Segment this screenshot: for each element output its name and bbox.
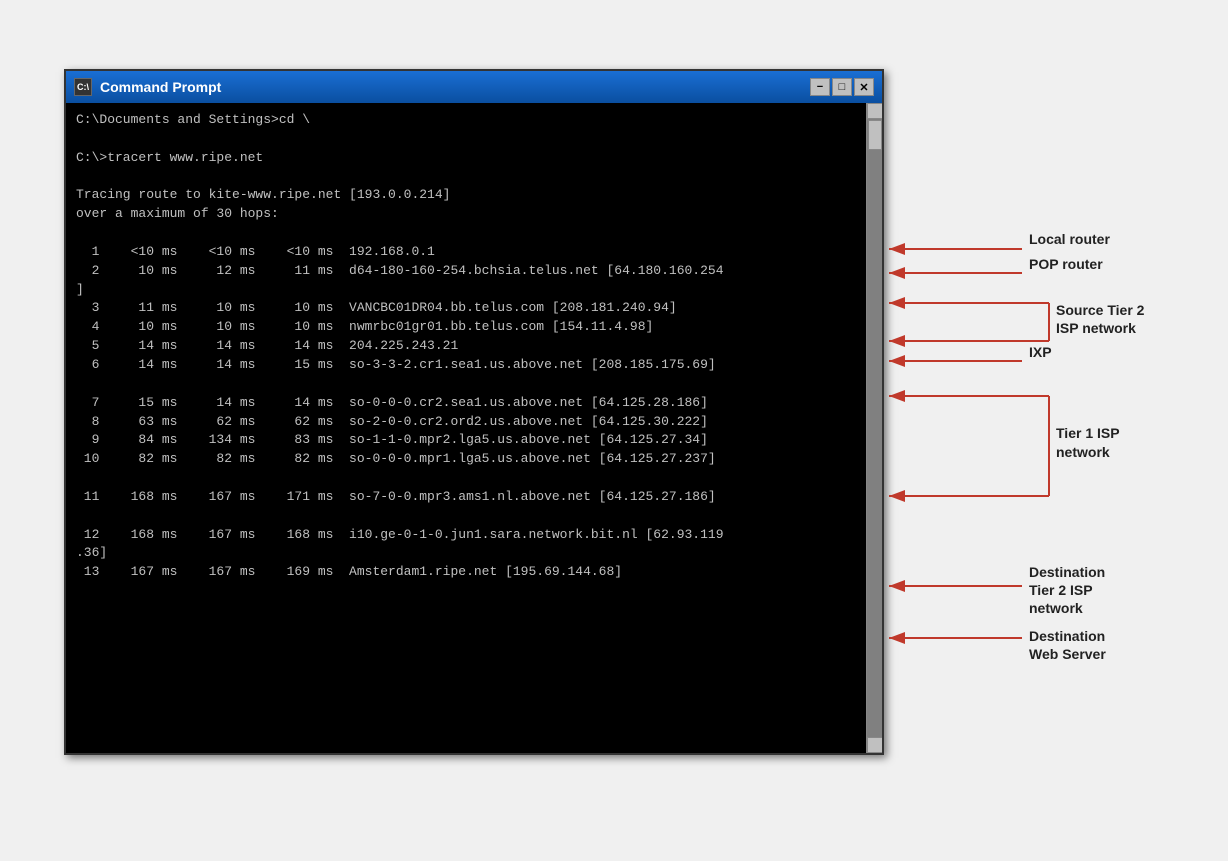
source-tier2-label-line2: ISP network: [1056, 320, 1136, 336]
console-line: [76, 168, 856, 187]
console-line: 12 168 ms 167 ms 168 ms i10.ge-0-1-0.jun…: [76, 526, 856, 545]
window-icon: C:\: [74, 78, 92, 96]
pop-router-label: POP router: [1029, 256, 1103, 272]
title-bar: C:\ Command Prompt − □ ✕: [66, 71, 882, 103]
console-line: [76, 130, 856, 149]
console-body: C:\Documents and Settings>cd \ C:\>trace…: [66, 103, 882, 753]
restore-button[interactable]: □: [832, 78, 852, 96]
console-line: 4 10 ms 10 ms 10 ms nwmrbc01gr01.bb.telu…: [76, 318, 856, 337]
console-line: 13 167 ms 167 ms 169 ms Amsterdam1.ripe.…: [76, 563, 856, 582]
console-line: [76, 224, 856, 243]
dest-tier2-label-line2: Tier 2 ISP: [1029, 582, 1093, 598]
console-line: 11 168 ms 167 ms 171 ms so-7-0-0.mpr3.am…: [76, 488, 856, 507]
console-line: 3 11 ms 10 ms 10 ms VANCBC01DR04.bb.telu…: [76, 299, 856, 318]
console-line: [76, 507, 856, 526]
console-line: 9 84 ms 134 ms 83 ms so-1-1-0.mpr2.lga5.…: [76, 431, 856, 450]
scroll-up-button[interactable]: ▲: [867, 103, 883, 119]
tier1-label-line1: Tier 1 ISP: [1056, 425, 1120, 441]
dest-web-label-line1: Destination: [1029, 628, 1105, 644]
console-line: C:\>tracert www.ripe.net: [76, 149, 856, 168]
console-line: [76, 375, 856, 394]
close-button[interactable]: ✕: [854, 78, 874, 96]
console-line: 2 10 ms 12 ms 11 ms d64-180-160-254.bchs…: [76, 262, 856, 281]
console-line: 8 63 ms 62 ms 62 ms so-2-0-0.cr2.ord2.us…: [76, 413, 856, 432]
dest-tier2-label-line3: network: [1029, 600, 1083, 616]
ixp-label: IXP: [1029, 344, 1052, 360]
dest-tier2-label-line1: Destination: [1029, 564, 1105, 580]
console-line: ]: [76, 281, 856, 300]
console-line: 10 82 ms 82 ms 82 ms so-0-0-0.mpr1.lga5.…: [76, 450, 856, 469]
local-router-label: Local router: [1029, 231, 1110, 247]
console-line: C:\Documents and Settings>cd \: [76, 111, 856, 130]
outer-wrapper: C:\ Command Prompt − □ ✕ C:\Documents an…: [64, 69, 1164, 755]
window-controls: − □ ✕: [810, 78, 874, 96]
console-line: 6 14 ms 14 ms 15 ms so-3-3-2.cr1.sea1.us…: [76, 356, 856, 375]
scroll-down-button[interactable]: ▼: [867, 737, 883, 753]
minimize-button[interactable]: −: [810, 78, 830, 96]
console-line: [76, 469, 856, 488]
console-line: 7 15 ms 14 ms 14 ms so-0-0-0.cr2.sea1.us…: [76, 394, 856, 413]
command-prompt-window: C:\ Command Prompt − □ ✕ C:\Documents an…: [64, 69, 884, 755]
console-line: over a maximum of 30 hops:: [76, 205, 856, 224]
scrollbar[interactable]: ▲ ▼: [866, 103, 882, 753]
window-title: Command Prompt: [100, 79, 810, 95]
console-line: 1 <10 ms <10 ms <10 ms 192.168.0.1: [76, 243, 856, 262]
console-output: C:\Documents and Settings>cd \ C:\>trace…: [76, 111, 856, 582]
scroll-track[interactable]: [867, 119, 882, 737]
console-line: 5 14 ms 14 ms 14 ms 204.225.243.21: [76, 337, 856, 356]
source-tier2-label-line1: Source Tier 2: [1056, 302, 1145, 318]
tier1-label-line2: network: [1056, 444, 1110, 460]
scroll-thumb[interactable]: [868, 120, 882, 150]
console-line: Tracing route to kite-www.ripe.net [193.…: [76, 186, 856, 205]
dest-web-label-line2: Web Server: [1029, 646, 1106, 662]
console-line: .36]: [76, 544, 856, 563]
